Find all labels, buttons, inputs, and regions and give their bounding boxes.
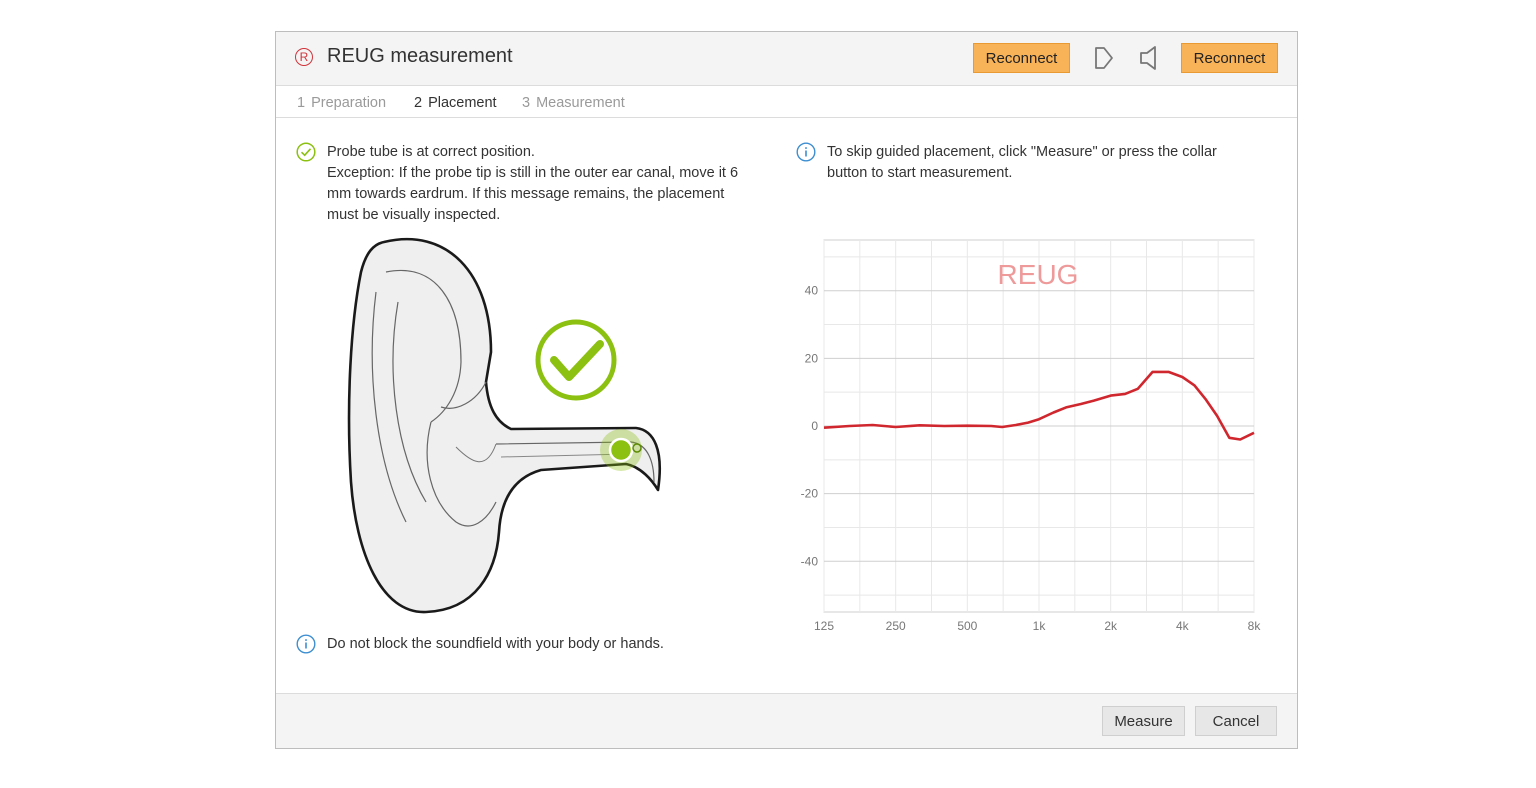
x-tick-label: 125 xyxy=(814,619,834,633)
step-number: 1 xyxy=(297,95,306,111)
ear-illustration xyxy=(347,237,662,614)
step-placement[interactable]: 2 Placement xyxy=(414,95,497,111)
x-axis-ticks: 125 250 500 1k 2k 4k 8k xyxy=(814,619,1261,633)
skip-placement-message: To skip guided placement, click "Measure… xyxy=(827,142,1217,184)
step-bar: 1 Preparation 2 Placement 3 Measurement xyxy=(276,86,1297,118)
status-line: Exception: If the probe tip is still in … xyxy=(327,165,739,181)
probe-tip xyxy=(608,437,634,463)
status-message: Probe tube is at correct position. Excep… xyxy=(327,142,738,226)
y-tick-label: 0 xyxy=(811,419,818,433)
left-hearing-aid-icon[interactable] xyxy=(1092,45,1116,71)
info-icon xyxy=(296,634,316,654)
step-measurement[interactable]: 3 Measurement xyxy=(522,95,625,111)
skip-line: button to start measurement. xyxy=(827,165,1013,181)
info-icon xyxy=(796,142,816,162)
step-label: Preparation xyxy=(311,95,387,111)
step-label: Placement xyxy=(428,95,497,111)
x-tick-label: 1k xyxy=(1033,619,1047,633)
footer-bar: Measure Cancel xyxy=(276,693,1297,748)
x-tick-label: 250 xyxy=(886,619,906,633)
x-tick-label: 2k xyxy=(1104,619,1118,633)
placement-ok-icon xyxy=(535,319,617,401)
x-tick-label: 8k xyxy=(1248,619,1262,633)
x-tick-label: 4k xyxy=(1176,619,1190,633)
step-number: 2 xyxy=(414,95,423,111)
y-axis-ticks: 40 20 0 -20 -40 xyxy=(801,284,819,569)
cancel-button[interactable]: Cancel xyxy=(1195,706,1277,736)
step-number: 3 xyxy=(522,95,531,111)
y-tick-label: -20 xyxy=(801,487,819,501)
dialog-title: REUG measurement xyxy=(327,45,513,67)
reug-measurement-dialog: R REUG measurement Reconnect Reconnect 1… xyxy=(275,31,1298,749)
reconnect-left-button[interactable]: Reconnect xyxy=(973,43,1070,73)
skip-line: To skip guided placement, click "Measure… xyxy=(827,144,1217,160)
status-line: mm towards eardrum. If this message rema… xyxy=(327,186,725,202)
measure-button[interactable]: Measure xyxy=(1102,706,1185,736)
x-tick-label: 500 xyxy=(957,619,977,633)
status-line: must be visually inspected. xyxy=(327,207,501,223)
soundfield-message: Do not block the soundfield with your bo… xyxy=(327,636,664,652)
title-bar: R REUG measurement Reconnect Reconnect xyxy=(276,32,1297,86)
step-label: Measurement xyxy=(536,95,625,111)
y-tick-label: -40 xyxy=(801,554,819,568)
status-line: Probe tube is at correct position. xyxy=(327,144,535,160)
speaker-icon[interactable] xyxy=(1136,45,1160,71)
registered-icon: R xyxy=(295,48,313,66)
chart-title: REUG xyxy=(998,259,1079,290)
reug-chart: REUG 40 20 0 -20 -40 125 250 500 1k 2k 4k 8k xyxy=(801,239,1261,633)
y-tick-label: 40 xyxy=(805,284,819,298)
check-circle-icon xyxy=(296,142,316,162)
step-preparation[interactable]: 1 Preparation xyxy=(297,95,386,111)
reconnect-right-button[interactable]: Reconnect xyxy=(1181,43,1278,73)
y-tick-label: 20 xyxy=(805,351,819,365)
